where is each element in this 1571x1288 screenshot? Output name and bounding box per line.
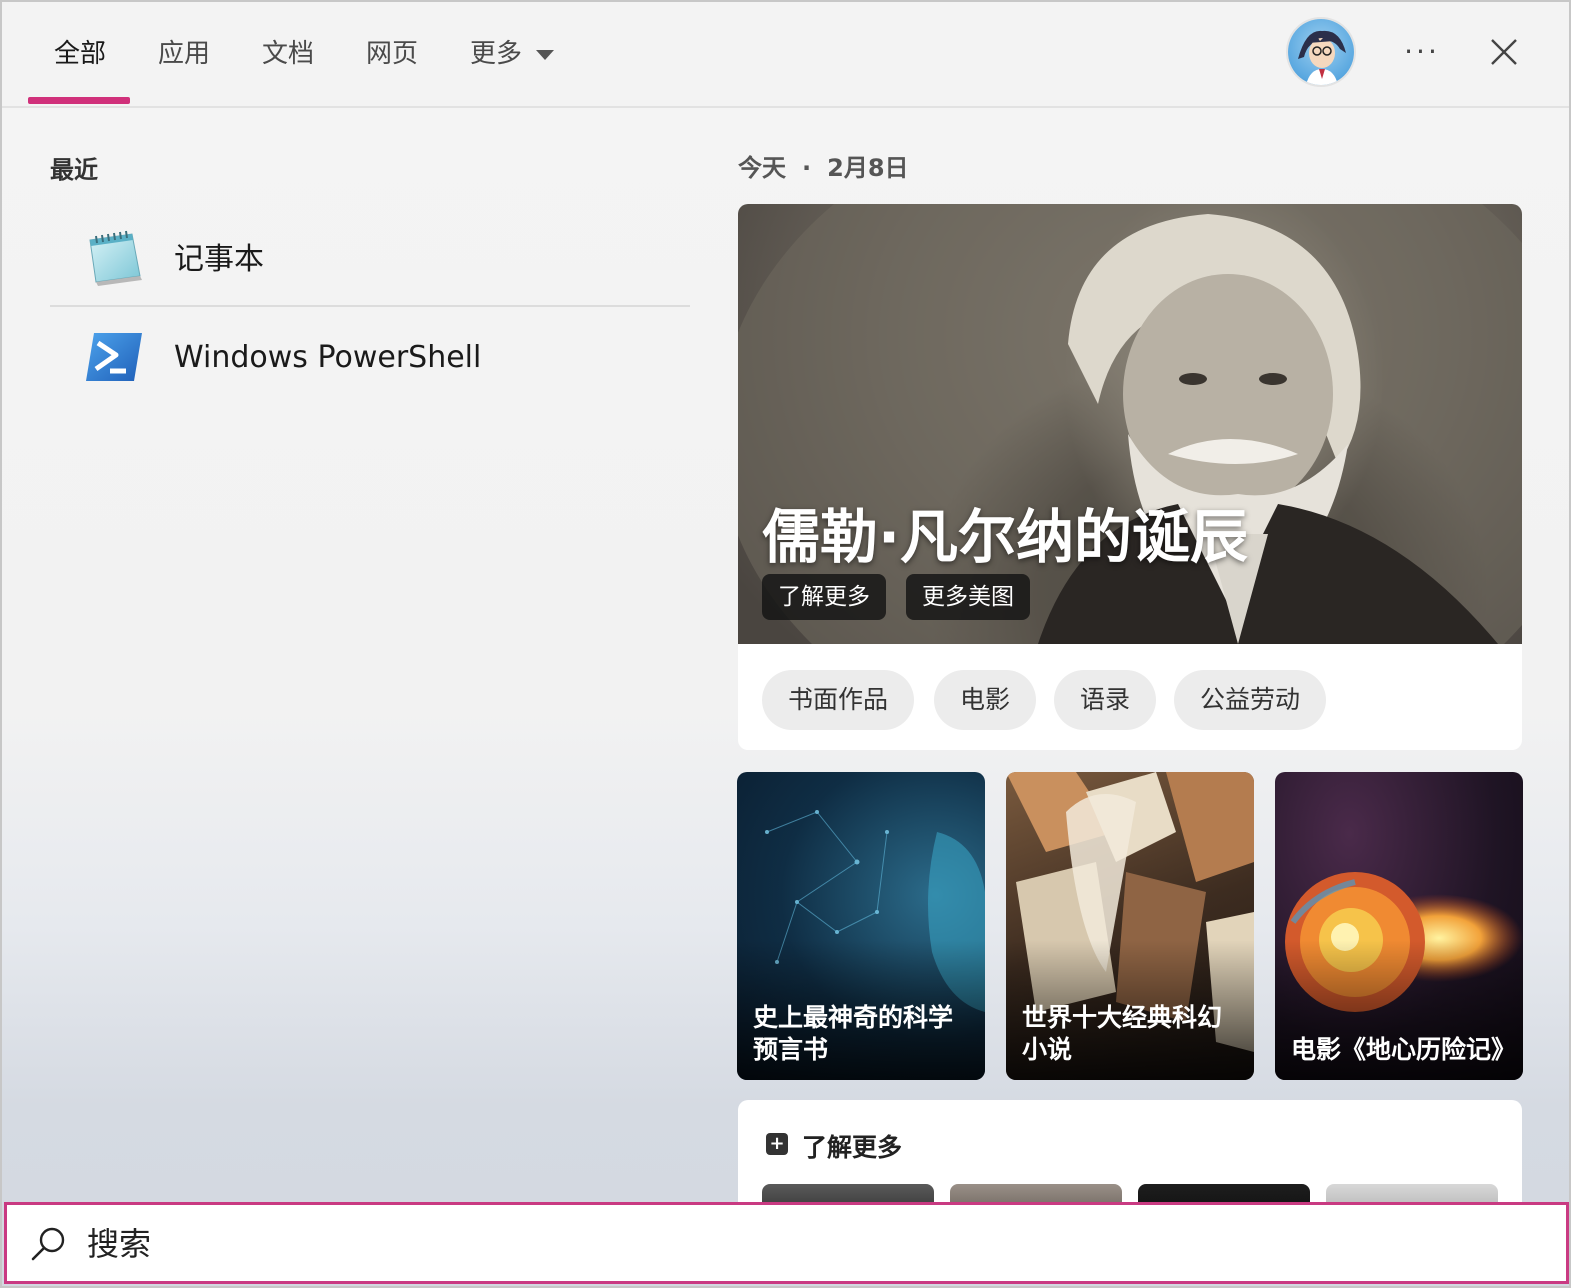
tab-documents[interactable]: 文档 bbox=[262, 32, 314, 76]
today-date: 2月8日 bbox=[827, 154, 909, 182]
chip-written-works[interactable]: 书面作品 bbox=[762, 670, 915, 730]
tile-caption: 电影《地心历险记》 bbox=[1291, 1035, 1517, 1064]
more-images-button[interactable]: 更多美图 bbox=[906, 574, 1030, 620]
tile-caption: 史上最神奇的科学预言书 bbox=[753, 1003, 954, 1064]
chip-quotes[interactable]: 语录 bbox=[1054, 670, 1157, 730]
notepad-icon bbox=[89, 230, 142, 286]
hero-image[interactable]: 儒勒·凡尔纳的诞辰 了解更多 更多美图 bbox=[738, 204, 1522, 644]
separator-dot: · bbox=[802, 154, 812, 182]
tile-classic-scifi[interactable]: 世界十大经典科幻小说 bbox=[1006, 772, 1254, 1080]
learn-more-title: 了解更多 bbox=[802, 1133, 903, 1162]
add-box-icon: + bbox=[766, 1133, 788, 1155]
chip-movies[interactable]: 电影 bbox=[934, 670, 1037, 730]
close-icon bbox=[1491, 39, 1517, 65]
tab-all[interactable]: 全部 bbox=[54, 32, 106, 76]
more-options-button[interactable]: ··· bbox=[1400, 30, 1444, 74]
search-icon bbox=[31, 1227, 65, 1261]
recent-section-title: 最近 bbox=[50, 156, 98, 184]
close-button[interactable] bbox=[1482, 30, 1526, 74]
powershell-icon bbox=[86, 333, 142, 381]
tile-science-prophecy[interactable]: 史上最神奇的科学预言书 bbox=[737, 772, 985, 1080]
today-date-line: 今天 · 2月8日 bbox=[738, 148, 909, 183]
hero-card: 儒勒·凡尔纳的诞辰 了解更多 更多美图 书面作品 电影 语录 公益劳动 bbox=[738, 204, 1522, 750]
tab-more[interactable]: 更多 bbox=[470, 32, 555, 76]
chip-public-service[interactable]: 公益劳动 bbox=[1174, 670, 1327, 730]
top-tab-bar: 全部 应用 文档 网页 更多 ··· bbox=[2, 2, 1569, 108]
tab-more-label: 更多 bbox=[470, 39, 523, 69]
avatar-illustration-icon bbox=[1298, 30, 1346, 85]
avatar[interactable] bbox=[1288, 19, 1354, 85]
recent-item-powershell-label: Windows PowerShell bbox=[174, 339, 482, 375]
search-input[interactable] bbox=[85, 1215, 1489, 1273]
recent-item-powershell[interactable]: Windows PowerShell bbox=[50, 307, 690, 407]
recent-item-notepad[interactable]: 记事本 bbox=[50, 206, 690, 306]
search-bar bbox=[4, 1202, 1569, 1284]
recent-item-notepad-label: 记事本 bbox=[174, 242, 264, 277]
tab-web[interactable]: 网页 bbox=[366, 32, 418, 76]
today-label: 今天 bbox=[738, 154, 786, 182]
tile-journey-center-earth[interactable]: 电影《地心历险记》 bbox=[1275, 772, 1523, 1080]
tab-apps[interactable]: 应用 bbox=[158, 32, 210, 76]
search-window: 全部 应用 文档 网页 更多 ··· 最近 记事本 Windows PowerS… bbox=[0, 0, 1571, 1288]
hero-title: 儒勒·凡尔纳的诞辰 bbox=[762, 503, 1249, 571]
learn-more-button[interactable]: 了解更多 bbox=[762, 574, 886, 620]
tile-caption: 世界十大经典科幻小说 bbox=[1022, 1003, 1223, 1064]
chevron-down-icon bbox=[536, 49, 555, 60]
active-tab-indicator bbox=[28, 97, 130, 104]
